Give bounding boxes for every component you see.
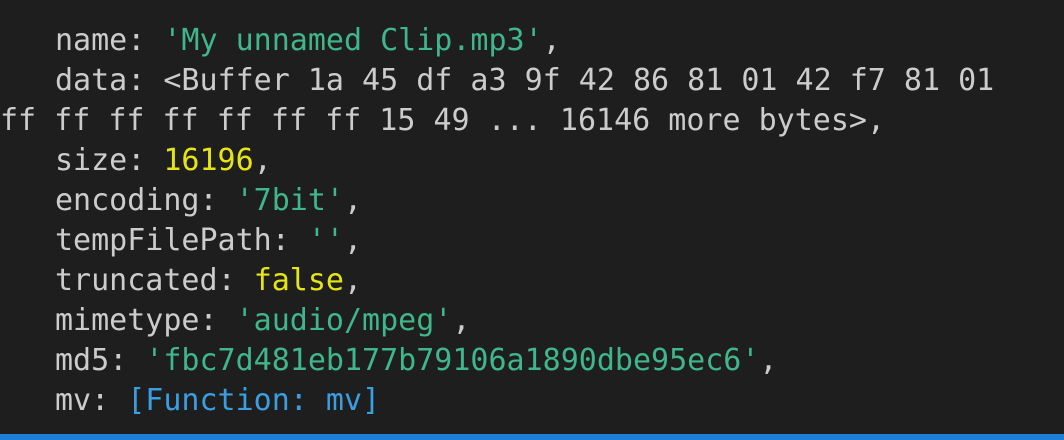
value-name: 'My unnamed Clip.mp3' (163, 23, 543, 58)
value-mv: [Function: mv] (127, 383, 381, 418)
key-data: data (55, 63, 128, 98)
value-truncated: false (253, 263, 344, 298)
terminal-focus-border (0, 434, 1064, 440)
line-md5: md5: 'fbc7d481eb177b79106a1890dbe95ec6', (55, 343, 778, 378)
terminal-output[interactable]: name: 'My unnamed Clip.mp3', data: <Buff… (0, 0, 1064, 440)
key-name: name (55, 23, 128, 58)
key-mv: mv (55, 383, 92, 418)
value-md5: 'fbc7d481eb177b79106a1890dbe95ec6' (145, 343, 760, 378)
value-data: <Buffer 1a 45 df a3 9f 42 86 81 01 42 f7… (163, 63, 995, 98)
value-encoding: '7bit' (235, 183, 344, 218)
value-size: 16196 (163, 143, 254, 178)
key-encoding: encoding (55, 183, 200, 218)
line-tempfilepath: tempFilePath: '', (55, 223, 363, 258)
key-md5: md5 (55, 343, 110, 378)
line-data: data: <Buffer 1a 45 df a3 9f 42 86 81 01… (55, 63, 995, 98)
line-encoding: encoding: '7bit', (55, 183, 363, 218)
value-mimetype: 'audio/mpeg' (235, 303, 453, 338)
line-data-continuation: ff ff ff ff ff ff ff 15 49 ... 16146 mor… (0, 103, 886, 138)
key-size: size (55, 143, 128, 178)
line-size: size: 16196, (55, 143, 272, 178)
value-data-continuation: ff ff ff ff ff ff ff 15 49 ... 16146 mor… (0, 103, 867, 138)
key-mimetype: mimetype (55, 303, 200, 338)
line-mimetype: mimetype: 'audio/mpeg', (55, 303, 471, 338)
line-name: name: 'My unnamed Clip.mp3', (55, 23, 561, 58)
value-tempfilepath: '' (307, 223, 344, 258)
key-truncated: truncated (55, 263, 218, 298)
key-tempfilepath: tempFilePath (55, 223, 272, 258)
line-mv: mv: [Function: mv] (55, 383, 381, 418)
line-truncated: truncated: false, (55, 263, 363, 298)
